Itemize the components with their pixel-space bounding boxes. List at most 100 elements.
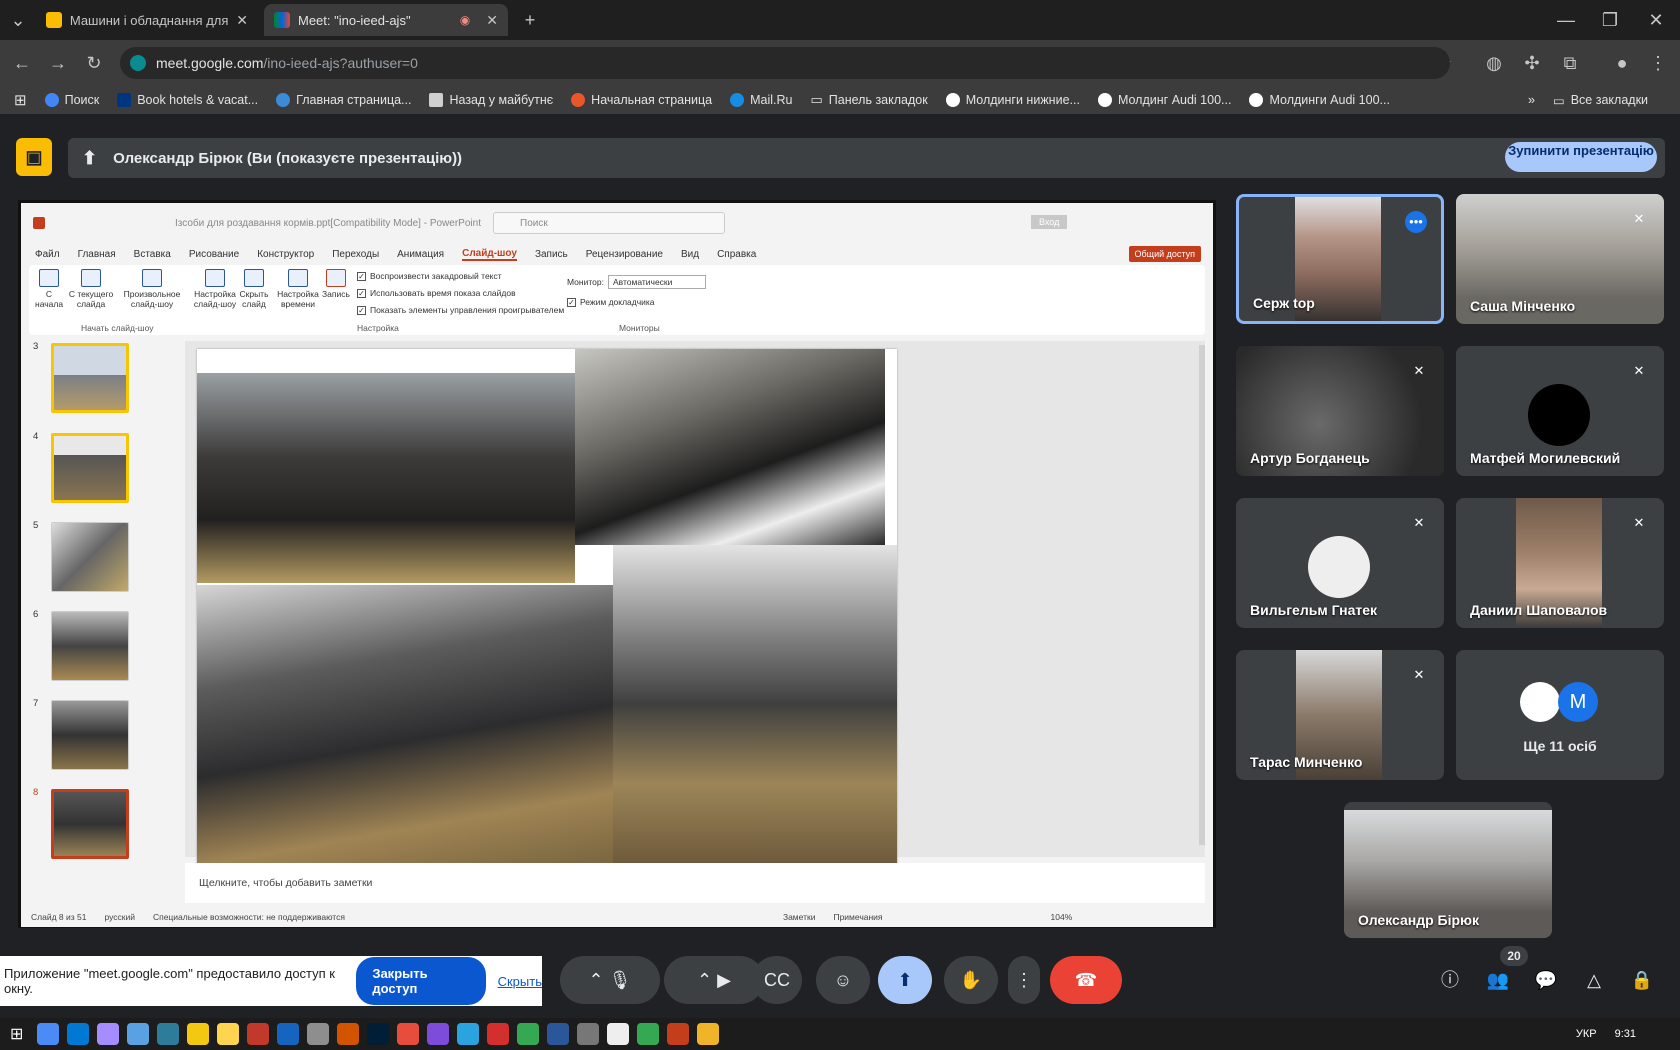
more-options-icon[interactable]: ••• xyxy=(1405,211,1427,233)
hide-link[interactable]: Скрыть xyxy=(498,974,542,989)
close-tab-icon[interactable]: ✕ xyxy=(236,12,248,29)
zoom-level[interactable]: 104% xyxy=(1051,912,1073,922)
ppt-menu-slideshow[interactable]: Слайд-шоу xyxy=(462,248,517,261)
ppt-menu-animations[interactable]: Анимация xyxy=(397,249,444,260)
record-button[interactable]: Запись xyxy=(321,269,351,299)
participant-tile[interactable]: ••• Серж top xyxy=(1236,194,1444,324)
chrome-icon[interactable] xyxy=(637,1023,660,1045)
more-participants-tile[interactable]: M Ще 11 осіб xyxy=(1456,650,1664,780)
participant-tile[interactable]: ✕ Саша Мінченко xyxy=(1456,194,1664,324)
scrollbar[interactable] xyxy=(1199,345,1205,845)
close-access-button[interactable]: Закрыть доступ xyxy=(356,957,486,1005)
participant-tile[interactable]: ✕ Даниил Шаповалов xyxy=(1456,498,1664,628)
bookmark-moldings-1[interactable]: Молдинги нижние... xyxy=(945,93,1080,107)
ppt-menu-home[interactable]: Главная xyxy=(78,249,116,260)
bookmark-search[interactable]: Поиск xyxy=(44,93,99,107)
ppt-menu-record[interactable]: Запись xyxy=(535,249,568,260)
bookmark-mailru[interactable]: Mail.Ru xyxy=(730,93,793,107)
bookmark-booking[interactable]: Book hotels & vacat... xyxy=(117,93,258,107)
file-explorer-icon[interactable] xyxy=(697,1023,720,1045)
present-screen-button[interactable]: ⬆ xyxy=(878,956,932,1004)
timings-checkbox[interactable]: ✓ Использовать время показа слайдов xyxy=(357,288,516,298)
ppt-menu-transitions[interactable]: Переходы xyxy=(332,249,379,260)
monitor-dropdown[interactable]: Автоматически xyxy=(607,275,706,289)
camera-button[interactable]: ⌃ ▶ xyxy=(664,956,764,1004)
captions-icon[interactable]: CC xyxy=(752,956,802,1004)
from-current-button[interactable]: С текущего слайда xyxy=(67,269,115,309)
ppt-menu-draw[interactable]: Рисование xyxy=(189,249,239,260)
settings-icon[interactable] xyxy=(577,1023,600,1045)
restore-icon[interactable]: ❐ xyxy=(1598,8,1622,32)
app-icon[interactable] xyxy=(37,1023,60,1045)
menu-kebab-icon[interactable]: ⋮ xyxy=(1646,51,1670,75)
presenter-view-checkbox[interactable]: ✓ Режим докладчика xyxy=(567,297,655,307)
app-icon[interactable] xyxy=(247,1023,270,1045)
tab-machines[interactable]: Машини і обладнання для тва ✕ xyxy=(36,4,258,36)
new-tab-button[interactable]: + xyxy=(518,8,542,32)
more-options-button[interactable]: ⋮ xyxy=(1008,956,1040,1004)
ppt-menu-review[interactable]: Рецензирование xyxy=(586,249,663,260)
participant-tile[interactable]: ✕ Вильгельм Гнатек xyxy=(1236,498,1444,628)
slide-thumbnail[interactable] xyxy=(51,700,129,770)
bookmark-start-page[interactable]: Начальная страница xyxy=(571,93,712,107)
slide-thumbnail[interactable] xyxy=(51,433,129,503)
ppt-menu-view[interactable]: Вид xyxy=(681,249,699,260)
narration-checkbox[interactable]: ✓ Воспроизвести закадровый текст xyxy=(357,271,502,281)
notepad-icon[interactable] xyxy=(607,1023,630,1045)
extension-icon[interactable]: ✣ xyxy=(1520,51,1544,75)
photoshop-icon[interactable] xyxy=(367,1023,390,1045)
close-window-icon[interactable]: ✕ xyxy=(1644,8,1668,32)
powerpoint-icon[interactable] xyxy=(667,1023,690,1045)
app-icon[interactable] xyxy=(97,1023,120,1045)
minimize-icon[interactable]: — xyxy=(1554,8,1578,32)
chrome-icon[interactable] xyxy=(517,1023,540,1045)
app-icon[interactable] xyxy=(277,1023,300,1045)
ppt-menu-help[interactable]: Справка xyxy=(717,249,756,260)
custom-show-button[interactable]: Произвольное слайд-шоу xyxy=(121,269,183,309)
app-icon[interactable] xyxy=(217,1023,240,1045)
bookmark-back-future[interactable]: Назад у майбутнє xyxy=(429,93,553,107)
from-start-button[interactable]: С начала xyxy=(35,269,63,309)
slide-thumbnail[interactable] xyxy=(51,343,129,413)
app-icon[interactable] xyxy=(397,1023,420,1045)
viber-icon[interactable] xyxy=(427,1023,450,1045)
participant-tile[interactable]: ✕ Матфей Могилевский xyxy=(1456,346,1664,476)
extensions-puzzle-icon[interactable]: ⧉ xyxy=(1558,51,1582,75)
host-controls-icon[interactable]: 🔒 xyxy=(1618,956,1666,1004)
app-icon[interactable] xyxy=(67,1023,90,1045)
raise-hand-icon[interactable]: ✋ xyxy=(944,956,998,1004)
ppt-menu-design[interactable]: Конструктор xyxy=(257,249,314,260)
participant-tile[interactable]: ✕ Тарас Минченко xyxy=(1236,650,1444,780)
ppt-search-box[interactable]: Поиск xyxy=(493,212,725,234)
app-icon[interactable] xyxy=(187,1023,210,1045)
chat-icon[interactable]: 💬 xyxy=(1522,956,1570,1004)
close-tab-icon[interactable]: ✕ xyxy=(486,12,498,29)
comments-toggle[interactable]: Примечания xyxy=(833,912,882,922)
app-icon[interactable] xyxy=(487,1023,510,1045)
bookmark-folder[interactable]: ▭ Панель закладок xyxy=(811,92,928,108)
self-view-tile[interactable]: Олександр Бірюк xyxy=(1344,802,1552,938)
slide-thumbnail-selected[interactable] xyxy=(51,789,129,859)
windows-start-icon[interactable]: ⊞ xyxy=(10,1024,23,1044)
setup-show-button[interactable]: Настройка слайд-шоу xyxy=(193,269,237,309)
address-bar[interactable]: meet.google.com/ino-ieed-ajs?authuser=0 xyxy=(120,47,1450,79)
forward-icon[interactable]: → xyxy=(46,51,70,75)
ppt-signin-button[interactable]: Вход xyxy=(1031,215,1068,229)
app-icon[interactable] xyxy=(157,1023,180,1045)
tab-meet[interactable]: Meet: "ino-ieed-ajs" ◉ ✕ xyxy=(264,4,508,36)
site-info-icon[interactable] xyxy=(130,55,146,71)
bookmark-home[interactable]: Главная страница... xyxy=(276,93,411,107)
meeting-info-icon[interactable]: ⓘ xyxy=(1426,956,1474,1004)
notes-toggle[interactable]: Заметки xyxy=(783,912,816,922)
ppt-share-button[interactable]: Общий доступ xyxy=(1128,246,1201,262)
slide-thumbnail[interactable] xyxy=(51,522,129,592)
more-bookmarks-icon[interactable]: » xyxy=(1528,93,1535,107)
app-icon[interactable] xyxy=(307,1023,330,1045)
translate-icon[interactable]: ◍ xyxy=(1482,51,1506,75)
rehearse-button[interactable]: Настройка времени xyxy=(277,269,319,309)
all-bookmarks[interactable]: ▭ Все закладки xyxy=(1553,93,1648,108)
keyboard-language[interactable]: УКР xyxy=(1576,1028,1597,1040)
stop-presenting-button[interactable]: Зупинити презентацію xyxy=(1505,142,1657,172)
activities-icon[interactable]: △ xyxy=(1570,956,1618,1004)
ppt-menu-insert[interactable]: Вставка xyxy=(134,249,171,260)
